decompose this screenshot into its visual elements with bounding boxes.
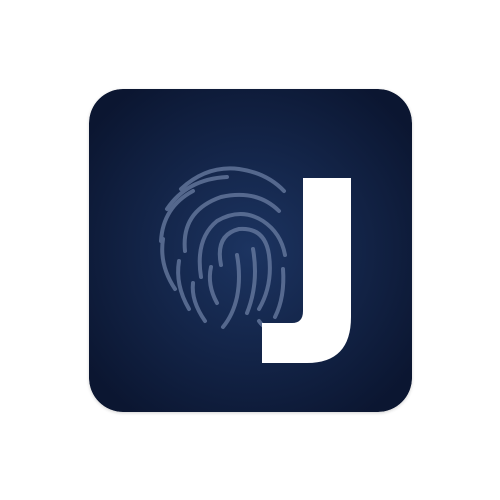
app-icon-graphic <box>89 89 412 412</box>
canvas <box>0 0 500 500</box>
app-icon[interactable] <box>89 89 412 412</box>
tile-background <box>89 89 412 412</box>
